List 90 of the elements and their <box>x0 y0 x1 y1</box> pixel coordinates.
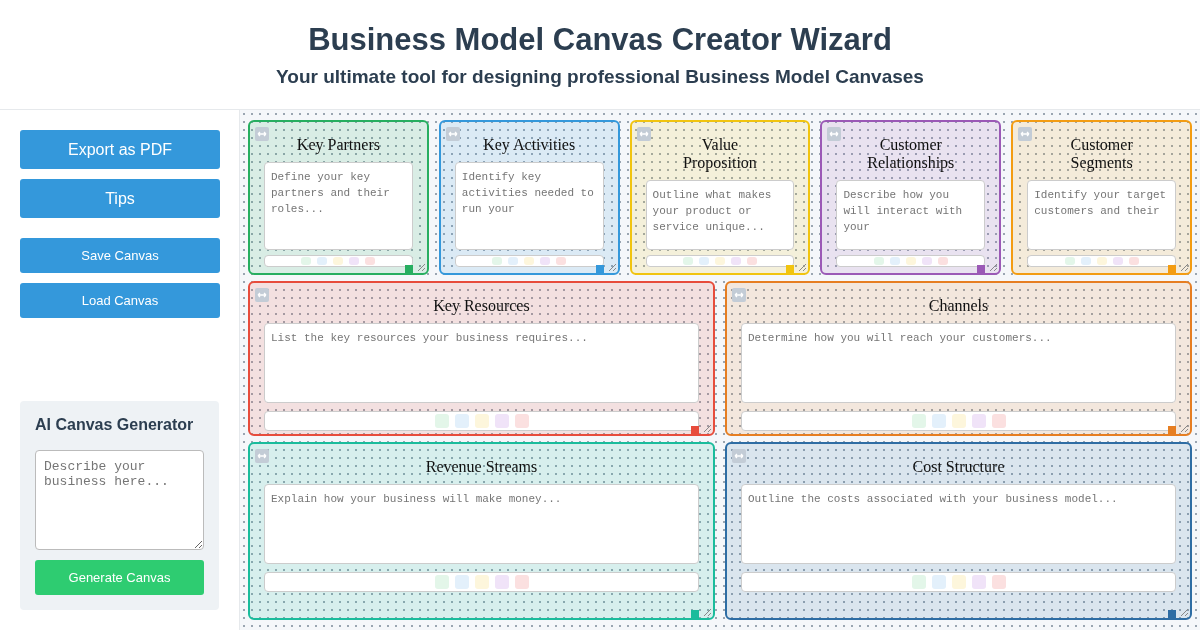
block-title: Channels <box>928 297 989 315</box>
color-swatch[interactable] <box>556 257 567 265</box>
sidebar-button[interactable]: Export as PDF <box>20 130 220 169</box>
block-text-field[interactable]: Explain how your business will make money... <box>264 484 699 564</box>
resize-grip-icon[interactable] <box>1179 607 1189 617</box>
block-title: Key Activities <box>483 136 576 154</box>
color-swatch[interactable] <box>317 257 328 265</box>
color-swatch[interactable] <box>540 257 551 265</box>
color-swatch[interactable] <box>1112 257 1123 265</box>
block-text-field[interactable]: Define your key partners and their roles... <box>264 162 413 250</box>
resize-grip-icon[interactable] <box>606 262 617 272</box>
color-swatch[interactable] <box>1096 257 1107 265</box>
resize-grip-icon[interactable] <box>702 607 712 617</box>
color-swatch[interactable] <box>434 575 449 589</box>
color-swatch[interactable] <box>951 575 966 589</box>
drag-handle-icon[interactable] <box>827 127 842 141</box>
color-swatch[interactable] <box>434 414 449 428</box>
color-swatch[interactable] <box>937 257 948 265</box>
resize-grip-icon[interactable] <box>1179 423 1189 433</box>
drag-handle-icon[interactable] <box>732 449 746 463</box>
sidebar-button[interactable]: Tips <box>20 179 220 218</box>
resize-grip-icon[interactable] <box>988 262 999 272</box>
color-swatch[interactable] <box>524 257 535 265</box>
color-swatch[interactable] <box>333 257 344 265</box>
page-title: Business Model Canvas Creator Wizard <box>308 21 892 58</box>
block-text-field[interactable]: Outline the costs associated with your business model... <box>741 484 1176 564</box>
color-swatch[interactable] <box>683 257 693 265</box>
block-text-field[interactable]: Outline what makes your product or service unique... <box>645 180 795 250</box>
block-text-field[interactable]: Determine how you will reach your customers... <box>741 323 1176 403</box>
resize-grip-icon[interactable] <box>702 423 712 433</box>
color-swatch[interactable] <box>911 414 926 428</box>
drag-handle-icon[interactable] <box>636 127 651 141</box>
block-title: Key Resources <box>433 297 530 315</box>
drag-handle-icon[interactable] <box>732 288 746 302</box>
color-swatch[interactable] <box>873 257 884 265</box>
block-title: Key Partners <box>296 136 380 154</box>
color-swatch[interactable] <box>991 414 1006 428</box>
sidebar-small-button[interactable]: Load Canvas <box>20 283 220 318</box>
block-text-field[interactable]: Describe how you will interact with your <box>836 180 986 250</box>
color-swatch[interactable] <box>349 257 360 265</box>
color-swatch[interactable] <box>1064 257 1075 265</box>
color-swatch[interactable] <box>1128 257 1139 265</box>
color-swatch[interactable] <box>301 257 312 265</box>
color-swatch[interactable] <box>921 257 932 265</box>
block-title: Revenue Streams <box>425 458 538 476</box>
color-swatch[interactable] <box>715 257 725 265</box>
resize-grip-icon[interactable] <box>415 262 426 272</box>
color-swatch[interactable] <box>474 575 489 589</box>
sidebar-small-button[interactable]: Save Canvas <box>20 238 220 273</box>
page-subtitle: Your ultimate tool for designing professional Business Model Canvases <box>276 65 924 88</box>
color-swatch[interactable] <box>889 257 900 265</box>
color-swatch[interactable] <box>492 257 503 265</box>
block-text-field[interactable]: Identify key activities needed to run your <box>454 162 604 250</box>
resize-grip-icon[interactable] <box>797 262 808 272</box>
color-swatch[interactable] <box>971 575 986 589</box>
color-swatch[interactable] <box>911 575 926 589</box>
color-swatch[interactable] <box>508 257 519 265</box>
business-description-field[interactable]: Describe your business here... <box>35 450 204 550</box>
drag-handle-icon[interactable] <box>255 449 269 463</box>
color-swatch[interactable] <box>699 257 709 265</box>
color-swatch[interactable] <box>514 575 529 589</box>
color-swatch[interactable] <box>971 414 986 428</box>
color-swatch[interactable] <box>454 414 469 428</box>
resize-grip-icon[interactable] <box>1179 262 1189 272</box>
color-swatch[interactable] <box>931 575 946 589</box>
drag-handle-icon[interactable] <box>445 127 460 141</box>
color-swatch[interactable] <box>454 575 469 589</box>
color-swatch[interactable] <box>951 414 966 428</box>
block-title: Customer Relationships <box>866 136 956 172</box>
color-swatch[interactable] <box>365 257 376 265</box>
block-title: Customer Segments <box>1069 136 1134 172</box>
color-swatch[interactable] <box>731 257 741 265</box>
drag-handle-icon[interactable] <box>1018 127 1033 141</box>
block-text-field[interactable]: List the key resources your business requires... <box>264 323 699 403</box>
color-swatch[interactable] <box>1080 257 1091 265</box>
generate-canvas-button[interactable]: Generate Canvas <box>35 560 204 595</box>
color-swatch[interactable] <box>494 575 509 589</box>
color-swatch[interactable] <box>991 575 1006 589</box>
drag-handle-icon[interactable] <box>255 127 269 141</box>
block-title: Cost Structure <box>912 458 1005 476</box>
color-swatch[interactable] <box>514 414 529 428</box>
ai-generator-title: AI Canvas Generator <box>35 416 195 434</box>
block-title: Value Proposition <box>682 136 758 172</box>
color-swatch[interactable] <box>494 414 509 428</box>
color-swatch[interactable] <box>474 414 489 428</box>
color-swatch[interactable] <box>931 414 946 428</box>
color-swatch[interactable] <box>747 257 757 265</box>
block-text-field[interactable]: Identify your target customers and their <box>1027 180 1176 250</box>
drag-handle-icon[interactable] <box>255 288 269 302</box>
color-swatch[interactable] <box>905 257 916 265</box>
